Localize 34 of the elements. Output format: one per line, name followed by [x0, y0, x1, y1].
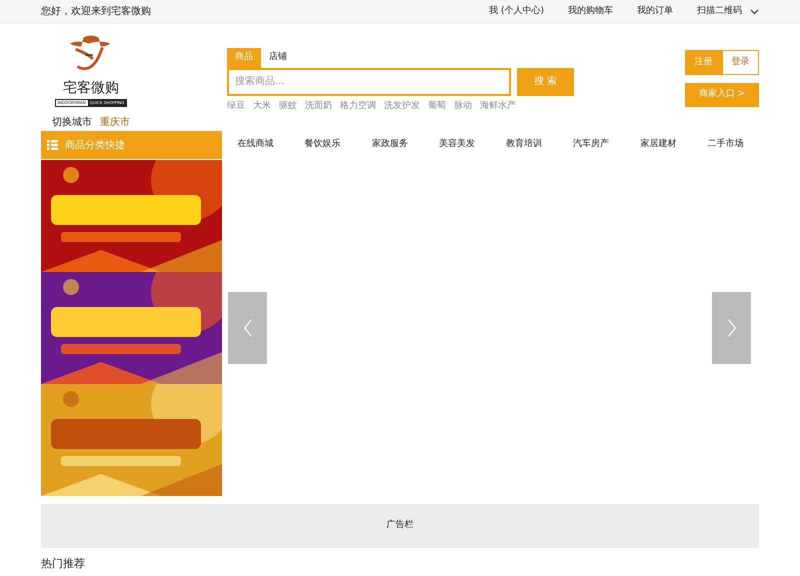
hot-keyword-link[interactable]: 格力空调 — [340, 100, 376, 113]
chevron-down-icon — [750, 8, 759, 14]
hot-keyword-link[interactable]: 脉动 — [454, 100, 472, 113]
section-title: 热门推荐 — [41, 557, 85, 570]
hot-keyword-link[interactable]: 海鲜水产 — [480, 100, 516, 113]
top-link[interactable]: 我的购物车 — [568, 4, 613, 18]
greeting-text: 您好，欢迎来到宅客微购 — [41, 4, 151, 19]
hot-keyword-link[interactable]: 驱蚊 — [279, 100, 297, 113]
search-field[interactable]: 搜索商品... — [227, 68, 511, 96]
hot-keyword-link[interactable]: 洗发护发 — [384, 100, 420, 113]
ad-banner: 广告栏 — [41, 504, 759, 548]
list-icon — [47, 140, 58, 150]
hot-keyword-link[interactable]: 洗面奶 — [305, 100, 332, 113]
top-link[interactable]: 我的订单 — [637, 4, 673, 18]
nav-link[interactable]: 汽车房产 — [573, 138, 610, 152]
account-button[interactable]: 登录 — [722, 50, 759, 75]
nav-link[interactable]: 家居建材 — [640, 138, 676, 152]
hot-keyword-link[interactable]: 大米 — [253, 100, 271, 113]
nav-link[interactable]: 美容美发 — [438, 138, 475, 152]
nav-link[interactable]: 教育培训 — [506, 138, 542, 152]
city-link[interactable]: 重庆市 — [100, 117, 130, 128]
nav-link[interactable]: 餐饮娱乐 — [304, 138, 341, 152]
nav-link[interactable]: 在线商城 — [238, 138, 274, 152]
nav-link[interactable]: 家政服务 — [372, 138, 408, 152]
city-label: 切换城市 — [52, 117, 92, 128]
top-link[interactable]: 我 (个人中心) — [489, 4, 544, 18]
chevron-left-icon — [242, 317, 252, 339]
top-link[interactable]: 扫描二维码 — [697, 4, 759, 18]
hot-keyword-link[interactable]: 葡萄 — [428, 100, 446, 113]
hot-keyword-link[interactable]: 绿豆 — [227, 100, 245, 113]
chevron-right-icon — [726, 317, 736, 339]
logo-name: 宅客微购 — [63, 79, 119, 98]
search-tab[interactable]: 店铺 — [261, 48, 295, 68]
nav-link[interactable]: 二手市场 — [707, 138, 744, 152]
